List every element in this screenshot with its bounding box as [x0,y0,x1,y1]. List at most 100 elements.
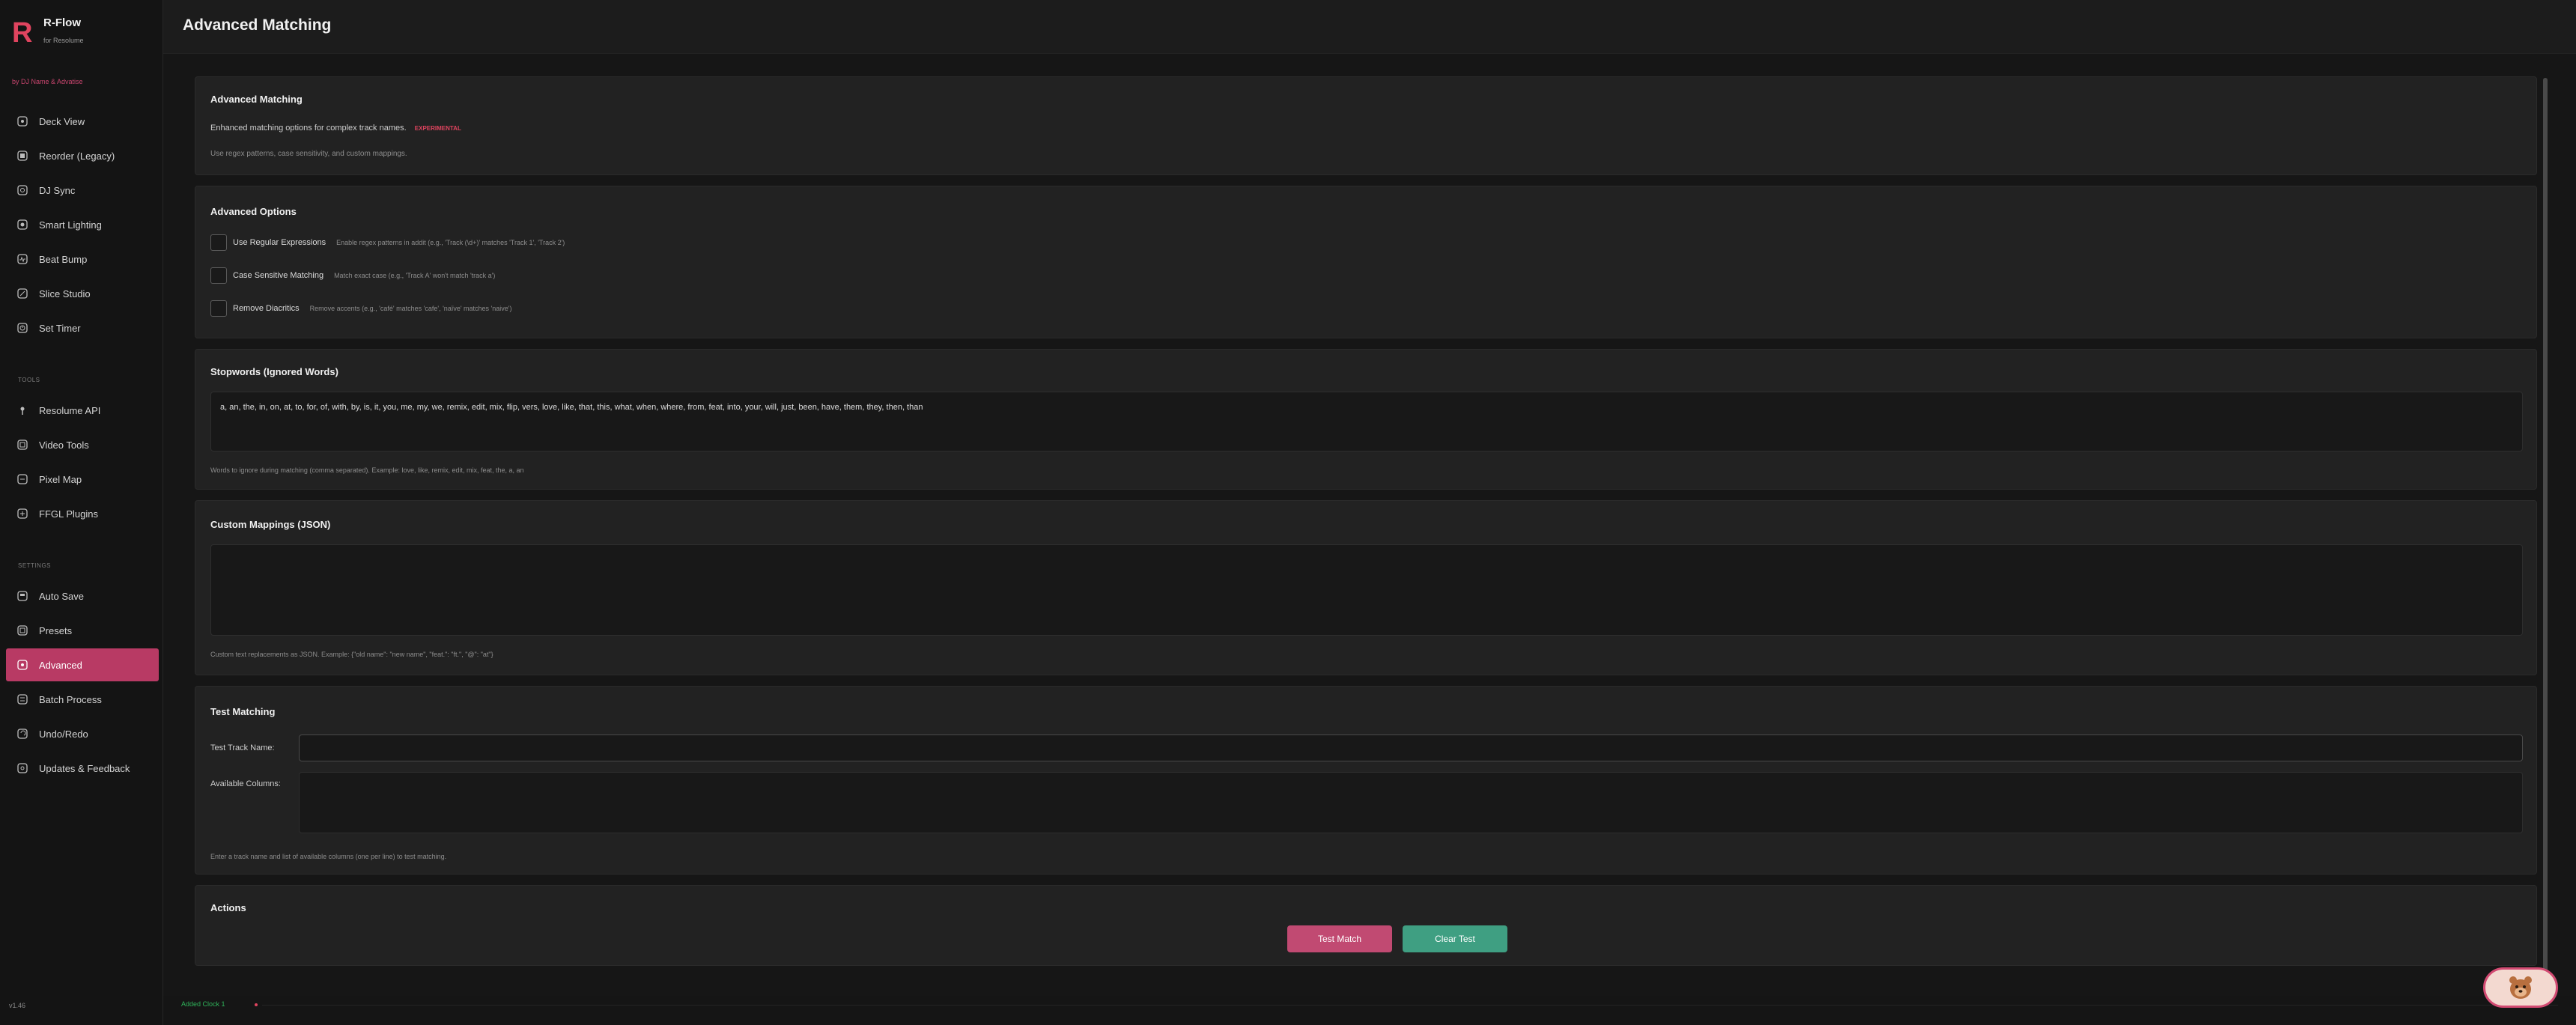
sidebar-item-label: Batch Process [39,693,102,705]
card-title: Actions [210,902,246,913]
regex-checkbox[interactable] [210,234,227,251]
option-help: Enable regex patterns in addit (e.g., 'T… [336,239,565,246]
experimental-badge: EXPERIMENTAL [414,125,461,132]
content-panel: Advanced Matching Enhanced matching opti… [163,54,2576,996]
mappings-textarea[interactable] [210,544,2523,636]
sidebar-item-slice-studio[interactable]: Slice Studio [6,277,159,310]
sidebar-item-label: Updates & Feedback [39,762,130,774]
mascot-icon [2509,976,2532,999]
sidebar-item-undo-redo[interactable]: Undo/Redo [6,717,159,750]
available-columns-label: Available Columns: [210,779,281,788]
test-help: Enter a track name and list of available… [210,853,447,860]
topbar: Advanced Matching [163,0,2576,54]
tools-heading: TOOLS [18,377,40,383]
presets-icon [16,624,28,636]
stopwords-value: a, an, the, in, on, at, to, for, of, wit… [220,403,923,412]
sidebar-item-label: Presets [39,624,73,636]
sync-icon [16,184,28,196]
version-label: v1.46 [9,1002,26,1009]
sidebar-item-advanced[interactable]: Advanced [6,648,159,681]
sidebar-item-label: Reorder (Legacy) [39,150,115,162]
stopwords-help: Words to ignore during matching (comma s… [210,466,524,474]
sidebar-item-label: Pixel Map [39,473,82,485]
sidebar-item-beat-bump[interactable]: Beat Bump [6,243,159,276]
page-title: Advanced Matching [183,16,332,34]
test-track-input[interactable] [299,734,2523,761]
option-label: Remove Diacritics [233,304,300,313]
beat-icon [16,253,28,265]
sidebar-item-presets[interactable]: Presets [6,614,159,647]
scrollbar-thumb[interactable] [2543,78,2548,991]
sidebar-item-label: DJ Sync [39,184,76,196]
option-help: Match exact case (e.g., 'Track A' won't … [334,272,496,279]
intro-description: Enhanced matching options for complex tr… [210,124,461,133]
video-icon [16,439,28,451]
sidebar-item-batch-process[interactable]: Batch Process [6,683,159,716]
batch-icon [16,693,28,705]
sidebar: R R-Flow for Resolume by DJ Name & Advat… [0,0,163,1025]
svg-text:R: R [12,17,32,46]
option-label: Use Regular Expressions [233,238,326,247]
sidebar-item-resolume-api[interactable]: Resolume API [6,394,159,427]
available-columns-textarea[interactable] [299,772,2523,833]
sidebar-item-dj-sync[interactable]: DJ Sync [6,174,159,207]
sidebar-item-label: Resolume API [39,404,101,416]
intro-hint: Use regex patterns, case sensitivity, an… [210,150,407,158]
mappings-help: Custom text replacements as JSON. Exampl… [210,651,493,658]
feedback-icon [16,762,28,774]
status-divider [262,1005,2558,1006]
card-title: Custom Mappings (JSON) [210,519,331,530]
sidebar-item-auto-save[interactable]: Auto Save [6,580,159,612]
brand-name: R-Flow [43,16,81,29]
remove-diacritics-checkbox[interactable] [210,300,227,317]
option-label: Case Sensitive Matching [233,271,324,280]
option-regex: Use Regular Expressions Enable regex pat… [210,234,565,251]
sidebar-item-label: Set Timer [39,322,81,334]
case-sensitive-checkbox[interactable] [210,267,227,284]
sidebar-item-ffgl-plugins[interactable]: FFGL Plugins [6,497,159,530]
lightbulb-icon [16,219,28,231]
advanced-options-card: Advanced Options Use Regular Expressions… [195,186,2537,338]
advanced-icon [16,659,28,671]
status-text: Added Clock 1 [181,1000,225,1008]
app-window: R R-Flow for Resolume by DJ Name & Advat… [0,0,2576,1025]
tools-nav: Resolume API Video Tools Pixel Map FFGL … [6,394,159,532]
sidebar-item-updates-feedback[interactable]: Updates & Feedback [6,752,159,785]
sidebar-item-reorder-legacy[interactable]: Reorder (Legacy) [6,139,159,172]
scrollbar[interactable] [2543,78,2548,991]
test-match-button[interactable]: Test Match [1287,925,1392,952]
advanced-matching-card: Advanced Matching Enhanced matching opti… [195,76,2537,175]
feedback-mascot-button[interactable] [2483,967,2558,1008]
undo-icon [16,728,28,740]
settings-heading: SETTINGS [18,562,52,569]
grid-icon [16,115,28,127]
sidebar-item-label: Video Tools [39,439,89,451]
status-dot [255,1003,258,1006]
sidebar-item-label: Advanced [39,659,82,671]
card-title: Test Matching [210,706,276,717]
option-remove-diacritics: Remove Diacritics Remove accents (e.g., … [210,300,512,317]
card-title: Advanced Options [210,206,297,217]
card-title: Stopwords (Ignored Words) [210,366,338,377]
save-icon [16,590,28,602]
card-title: Advanced Matching [210,94,303,105]
sidebar-item-set-timer[interactable]: Set Timer [6,311,159,344]
custom-mappings-card: Custom Mappings (JSON) Custom text repla… [195,500,2537,675]
option-help: Remove accents (e.g., 'café' matches 'ca… [309,305,512,312]
sidebar-item-smart-lighting[interactable]: Smart Lighting [6,208,159,241]
status-bar: Added Clock 1 [163,996,2576,1025]
stopwords-textarea[interactable]: a, an, the, in, on, at, to, for, of, wit… [210,392,2523,451]
sidebar-item-label: Deck View [39,115,85,127]
clear-test-button[interactable]: Clear Test [1403,925,1507,952]
timer-icon [16,322,28,334]
brand: R R-Flow for Resolume [10,16,84,46]
pixel-map-icon [16,473,28,485]
sidebar-item-pixel-map[interactable]: Pixel Map [6,463,159,496]
sidebar-item-deck-view[interactable]: Deck View [6,105,159,138]
sidebar-item-label: Smart Lighting [39,219,102,231]
brand-subtitle: for Resolume [43,37,84,44]
sidebar-item-video-tools[interactable]: Video Tools [6,428,159,461]
main-area: Advanced Matching Advanced Matching Enha… [163,0,2576,1025]
sidebar-item-label: Slice Studio [39,288,91,299]
stopwords-card: Stopwords (Ignored Words) a, an, the, in… [195,349,2537,490]
